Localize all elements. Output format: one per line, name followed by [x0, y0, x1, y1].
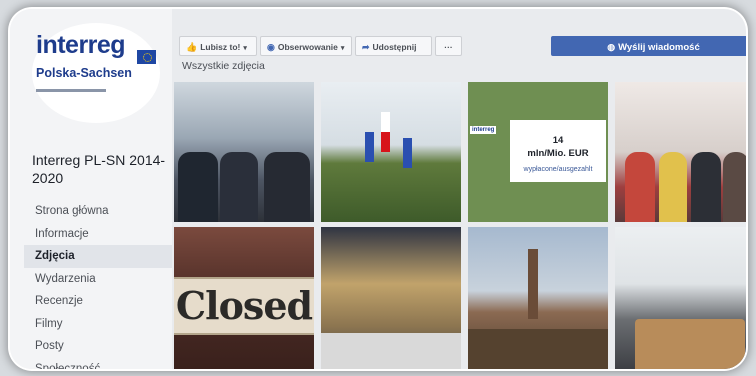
page-toolbar: 👍 Lubisz to! ▾ ◉ Obserwowanie ▾ ➦ Udostępnij … — [172, 29, 746, 56]
section-title: Wszystkie zdjęcia — [182, 60, 265, 72]
flag-shape — [365, 132, 374, 162]
photo-closed-sign[interactable]: Closed — [174, 227, 314, 369]
person-shape — [625, 152, 655, 222]
photo-conference-hall[interactable] — [321, 227, 461, 369]
send-message-button[interactable]: ◍ Wyślij wiadomość — [551, 36, 746, 56]
chevron-down-icon: ▾ — [243, 45, 247, 52]
send-message-label: Wyślij wiadomość — [618, 42, 700, 53]
closed-sign-text: Closed — [175, 283, 313, 328]
sidebar-nav: Strona główna Informacje Zdjęcia Wydarze… — [24, 200, 172, 369]
rss-icon: ◉ — [267, 42, 275, 52]
card-logo: interreg — [470, 126, 497, 134]
share-arrow-icon: ➦ — [362, 42, 370, 52]
share-label: Udostępnij — [372, 42, 417, 52]
follow-label: Obserwowanie — [277, 42, 338, 52]
sidebar-item-reviews[interactable]: Recenzje — [24, 290, 172, 313]
like-button[interactable]: 👍 Lubisz to! ▾ — [179, 36, 257, 56]
like-label: Lubisz to! — [200, 42, 241, 52]
more-button[interactable]: ··· — [435, 36, 462, 56]
share-button[interactable]: ➦ Udostępnij — [355, 36, 432, 56]
riverbank-shape — [468, 329, 608, 369]
thumbs-up-icon: 👍 — [186, 42, 198, 52]
logo-brand-text: interreg — [36, 31, 126, 59]
sidebar-item-photos[interactable]: Zdjęcia — [24, 245, 172, 268]
person-shape — [691, 152, 721, 222]
table-shape — [635, 319, 745, 369]
person-shape — [178, 152, 218, 222]
chevron-down-icon: ▾ — [340, 45, 345, 52]
card-unit: mln/Mio. EUR — [527, 148, 589, 159]
sidebar-item-community[interactable]: Społeczność — [24, 358, 172, 370]
photo-ceremony[interactable] — [174, 82, 314, 222]
sidebar-item-events[interactable]: Wydarzenia — [24, 268, 172, 291]
flag-shape — [403, 138, 412, 168]
person-shape — [659, 152, 687, 222]
sidebar-item-posts[interactable]: Posty — [24, 335, 172, 358]
sidebar: interreg Polska-Sachsen Interreg PL-SN 2… — [10, 9, 172, 369]
sidebar-item-videos[interactable]: Filmy — [24, 313, 172, 336]
card-caption: wypłacone/ausgezahlt — [523, 166, 593, 173]
photo-funds-card[interactable]: interreg 14 mln/Mio. EUR wypłacone/ausge… — [468, 82, 608, 222]
photo-park-flags[interactable] — [321, 82, 461, 222]
main-content: 👍 Lubisz to! ▾ ◉ Obserwowanie ▾ ➦ Udostępnij … — [172, 9, 746, 369]
person-shape — [264, 152, 310, 222]
page-name[interactable]: Interreg PL-SN 2014-2020 — [32, 151, 172, 187]
eu-flag-icon — [137, 50, 156, 64]
logo-fine-print — [36, 89, 106, 92]
tower-shape — [528, 249, 538, 319]
table-shape — [321, 333, 461, 369]
sidebar-item-home[interactable]: Strona główna — [24, 200, 172, 223]
logo-program-text: Polska-Sachsen — [36, 66, 132, 80]
follow-button[interactable]: ◉ Obserwowanie ▾ — [260, 36, 352, 56]
sidebar-item-about[interactable]: Informacje — [24, 223, 172, 246]
photo-meeting-table[interactable] — [615, 227, 746, 369]
person-shape — [220, 152, 258, 222]
photo-dresden-skyline[interactable] — [468, 227, 608, 369]
window-frame: interreg Polska-Sachsen Interreg PL-SN 2… — [10, 9, 746, 369]
flag-shape — [381, 112, 390, 152]
messenger-icon: ◍ — [607, 42, 616, 52]
photo-group-christmas[interactable] — [615, 82, 746, 222]
card-amount: 14 — [552, 135, 564, 146]
person-shape — [723, 152, 746, 222]
